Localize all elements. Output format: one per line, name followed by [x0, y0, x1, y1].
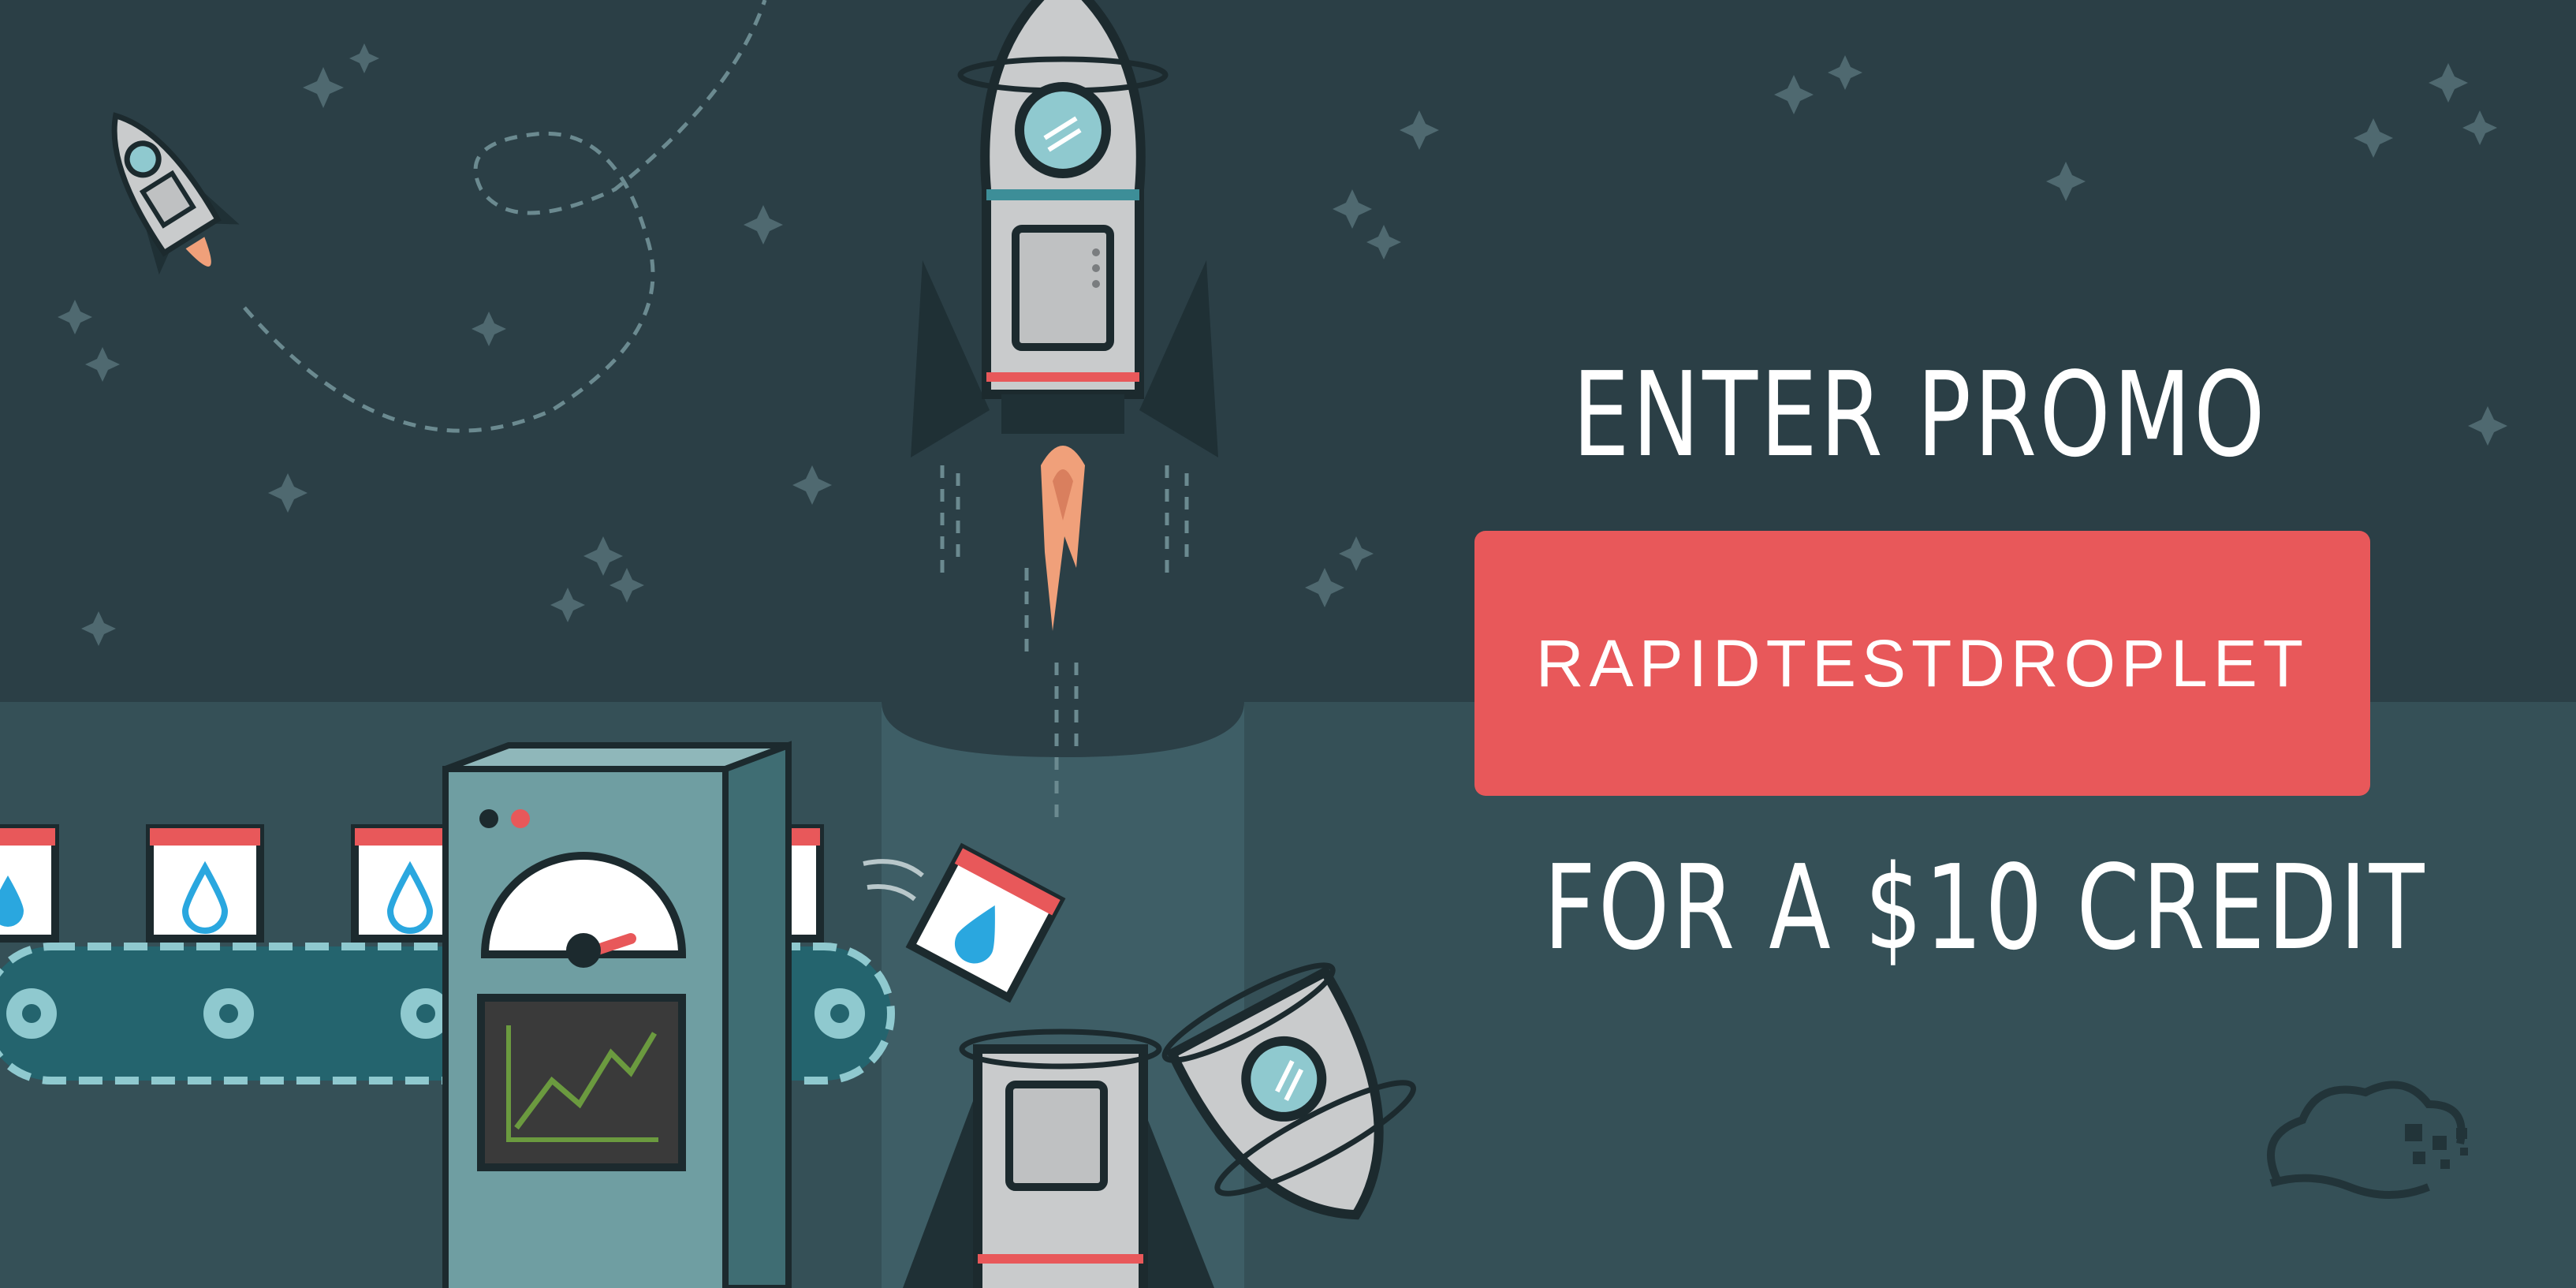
processing-machine	[442, 741, 792, 1288]
promo-code-box: RAPIDTESTDROPLET	[1474, 531, 2370, 796]
droplet-box	[146, 824, 264, 943]
promo-code: RAPIDTESTDROPLET	[1535, 625, 2309, 700]
droplet-box	[0, 824, 59, 943]
promo-credit-text: FOR A $10 CREDIT	[1543, 840, 2427, 976]
chart-screen-icon	[477, 994, 686, 1171]
promo-heading: ENTER PROMO	[1572, 347, 2268, 483]
